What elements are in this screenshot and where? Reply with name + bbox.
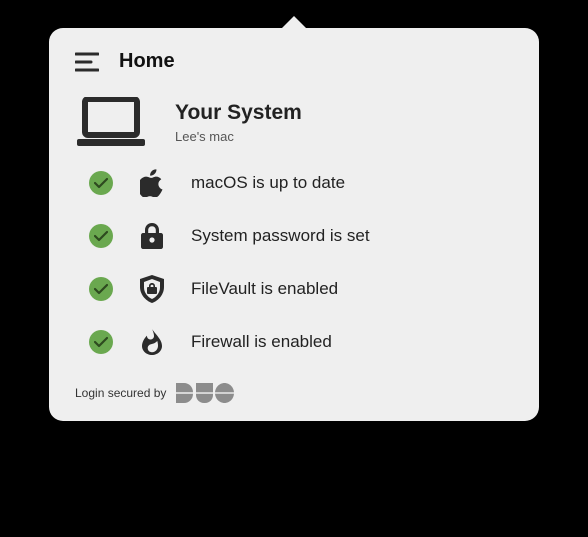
fire-icon: [137, 329, 167, 355]
check-label: Firewall is enabled: [191, 332, 332, 352]
menu-icon[interactable]: [75, 52, 99, 72]
check-row-os: macOS is up to date: [89, 169, 513, 197]
status-ok-icon: [89, 277, 113, 301]
page-title: Home: [119, 50, 175, 73]
popover-header: Home: [75, 50, 513, 73]
check-row-firewall: Firewall is enabled: [89, 329, 513, 355]
system-title: Your System: [175, 101, 302, 125]
check-label: FileVault is enabled: [191, 279, 338, 299]
popover-footer: Login secured by: [75, 383, 513, 403]
laptop-icon: [75, 97, 147, 147]
lock-icon: [137, 223, 167, 249]
status-ok-icon: [89, 224, 113, 248]
health-checklist: macOS is up to date System password is s…: [75, 169, 513, 355]
system-summary: Your System Lee's mac: [75, 91, 513, 169]
status-ok-icon: [89, 171, 113, 195]
shield-icon: [137, 275, 167, 303]
status-ok-icon: [89, 330, 113, 354]
system-subtitle: Lee's mac: [175, 129, 302, 144]
duo-logo-icon: [176, 383, 234, 403]
device-health-popover: Home Your System Lee's mac macOS: [49, 28, 539, 421]
check-row-filevault: FileVault is enabled: [89, 275, 513, 303]
apple-icon: [137, 169, 167, 197]
check-label: System password is set: [191, 226, 370, 246]
check-label: macOS is up to date: [191, 173, 345, 193]
check-row-password: System password is set: [89, 223, 513, 249]
footer-secured-text: Login secured by: [75, 386, 166, 400]
